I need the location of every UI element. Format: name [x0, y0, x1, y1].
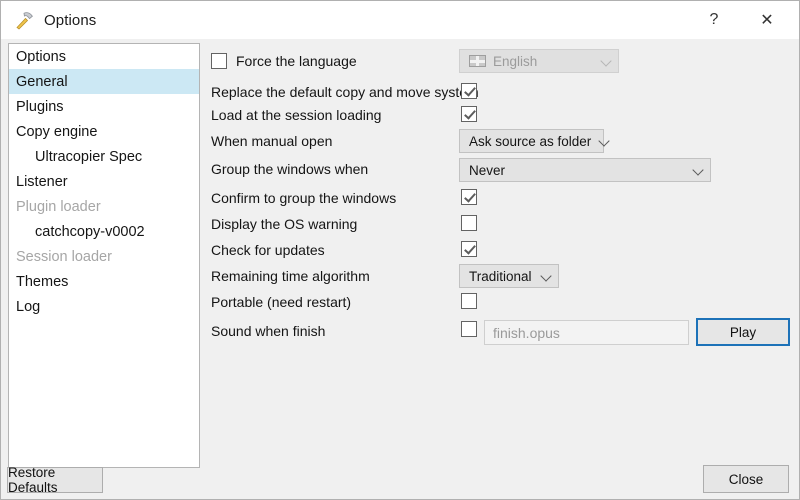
load-session-label-row: Load at the session loading — [211, 102, 381, 128]
tree-item-session-loader: Session loader — [16, 248, 112, 265]
manual-open-dropdown[interactable]: Ask source as folder — [459, 129, 604, 153]
manual-open-label-row: When manual open — [211, 128, 332, 154]
tree-item-plugins[interactable]: Plugins — [9, 94, 199, 119]
play-button[interactable]: Play — [696, 318, 790, 346]
confirm-group-label-row: Confirm to group the windows — [211, 185, 396, 211]
language-value: English — [493, 53, 538, 69]
os-warning-label: Display the OS warning — [211, 216, 358, 232]
check-updates-label-row: Check for updates — [211, 237, 325, 263]
dialog-footer: Restore Defaults Close — [1, 461, 799, 499]
force-language-label: Force the language — [236, 53, 357, 69]
help-button[interactable]: ? — [691, 1, 737, 39]
hammer-icon — [13, 9, 35, 31]
language-dropdown[interactable]: English — [459, 49, 619, 73]
restore-defaults-button[interactable]: Restore Defaults — [7, 465, 103, 495]
force-language-row: Force the language — [211, 48, 357, 74]
manual-open-value: Ask source as folder — [469, 133, 592, 149]
remaining-time-dropdown[interactable]: Traditional — [459, 264, 559, 288]
check-updates-label: Check for updates — [211, 242, 325, 258]
options-window: Options ? ✕ Options General Plugins Copy… — [0, 0, 800, 500]
tree-item-ultracopier-spec[interactable]: Ultracopier Spec — [9, 144, 199, 169]
group-windows-value: Never — [469, 162, 506, 178]
portable-label-row: Portable (need restart) — [211, 289, 351, 315]
tree-item-catchcopy[interactable]: catchcopy-v0002 — [9, 219, 199, 244]
close-button[interactable]: Close — [703, 465, 789, 493]
sound-file-input[interactable]: finish.opus — [484, 320, 689, 345]
tree-item-listener[interactable]: Listener — [9, 169, 199, 194]
force-language-checkbox[interactable] — [211, 53, 227, 69]
confirm-group-checkbox[interactable] — [461, 189, 477, 205]
replace-default-label: Replace the default copy and move system — [211, 84, 479, 100]
group-windows-label: Group the windows when — [211, 161, 369, 177]
load-session-label: Load at the session loading — [211, 107, 382, 123]
confirm-group-label: Confirm to group the windows — [211, 190, 397, 206]
tree-item-log[interactable]: Log — [9, 294, 199, 319]
remaining-time-label-row: Remaining time algorithm — [211, 263, 370, 289]
group-windows-dropdown[interactable]: Never — [459, 158, 711, 182]
os-warning-checkbox[interactable] — [461, 215, 477, 231]
sound-label-row: Sound when finish — [211, 318, 325, 344]
settings-tree[interactable]: Options General Plugins Copy engine Ultr… — [8, 43, 200, 468]
portable-checkbox[interactable] — [461, 293, 477, 309]
chevron-down-icon — [693, 165, 704, 176]
remaining-time-label: Remaining time algorithm — [211, 268, 370, 284]
dialog-body: Options General Plugins Copy engine Ultr… — [1, 39, 799, 499]
general-settings-panel: Force the language English Replace the d… — [209, 39, 795, 499]
tree-item-options[interactable]: Options — [9, 44, 199, 69]
check-updates-checkbox[interactable] — [461, 241, 477, 257]
chevron-down-icon — [541, 271, 552, 282]
load-session-checkbox[interactable] — [461, 106, 477, 122]
sound-checkbox[interactable] — [461, 321, 477, 337]
tree-item-general[interactable]: General — [9, 69, 199, 94]
tree-item-copy-engine[interactable]: Copy engine — [9, 119, 199, 144]
remaining-time-value: Traditional — [469, 268, 532, 284]
portable-label: Portable (need restart) — [211, 294, 352, 310]
window-title: Options — [44, 11, 97, 29]
chevron-down-icon — [599, 136, 610, 147]
os-warning-label-row: Display the OS warning — [211, 211, 357, 237]
close-icon[interactable]: ✕ — [743, 1, 791, 39]
tree-item-themes[interactable]: Themes — [9, 269, 199, 294]
group-windows-label-row: Group the windows when — [211, 156, 368, 182]
tree-item-plugin-loader: Plugin loader — [16, 198, 101, 215]
title-bar: Options ? ✕ — [1, 1, 799, 39]
sound-label: Sound when finish — [211, 323, 326, 339]
manual-open-label: When manual open — [211, 133, 333, 149]
sound-file-placeholder: finish.opus — [493, 324, 560, 341]
chevron-down-icon — [601, 56, 612, 67]
flag-icon — [469, 55, 486, 67]
replace-default-checkbox[interactable] — [461, 83, 477, 99]
